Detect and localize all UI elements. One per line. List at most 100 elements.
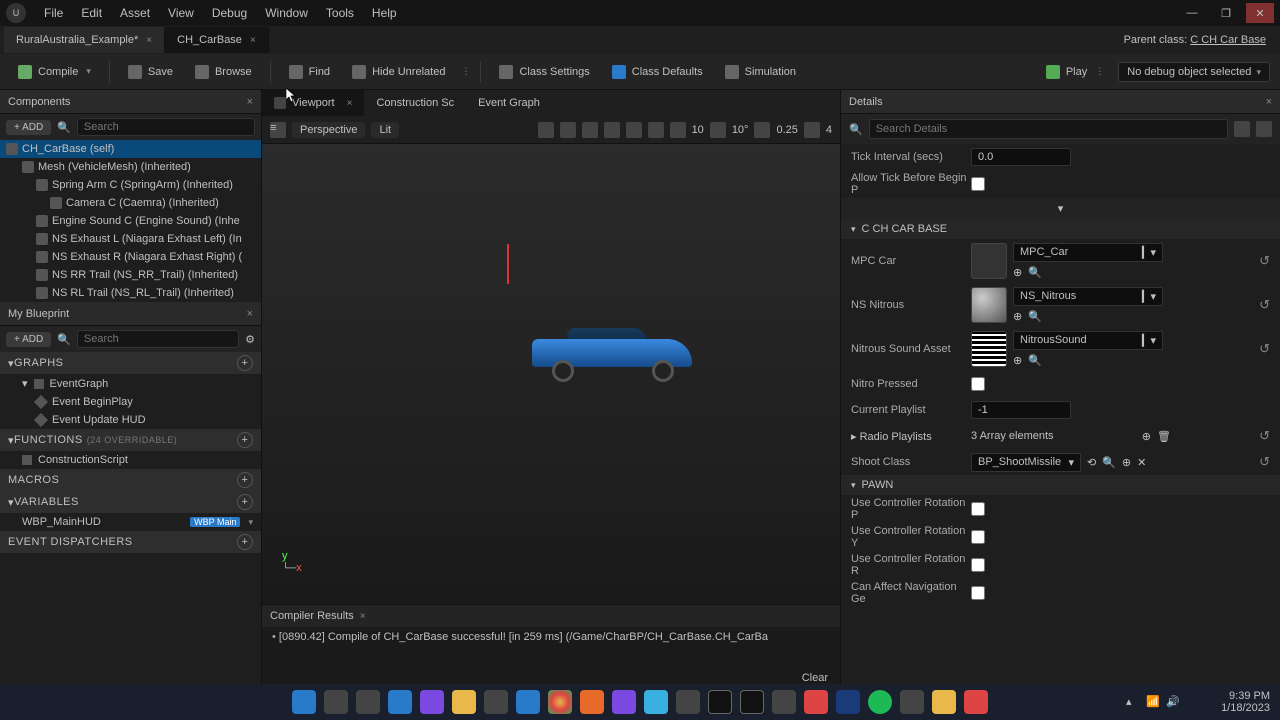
spotify-icon[interactable] bbox=[868, 690, 892, 714]
component-item[interactable]: Camera C (Caemra) (Inherited) bbox=[0, 194, 261, 212]
chevron-down-icon[interactable]: ⋮ bbox=[1095, 66, 1104, 77]
play-button[interactable]: Play⋮ bbox=[1038, 61, 1112, 83]
add-icon[interactable]: ⊕ bbox=[1122, 456, 1131, 469]
debug-object-select[interactable]: No debug object selected ▾ bbox=[1118, 62, 1270, 82]
category-carbase[interactable]: ▾C CH CAR BASE bbox=[841, 219, 1280, 239]
epic-icon[interactable] bbox=[772, 690, 796, 714]
tab-rural-australia[interactable]: RuralAustralia_Example* × bbox=[4, 27, 165, 53]
macros-section[interactable]: MACROS+ bbox=[0, 469, 261, 491]
add-icon[interactable]: + bbox=[237, 355, 253, 371]
menu-edit[interactable]: Edit bbox=[81, 6, 102, 20]
taskview-icon[interactable] bbox=[356, 690, 380, 714]
blueprint-search-input[interactable] bbox=[77, 330, 239, 348]
simulation-button[interactable]: Simulation bbox=[717, 61, 804, 83]
components-search-input[interactable] bbox=[77, 118, 255, 136]
add-icon[interactable]: + bbox=[237, 472, 253, 488]
store-icon[interactable] bbox=[484, 690, 508, 714]
angle-value[interactable]: 10° bbox=[732, 124, 749, 136]
add-blueprint-button[interactable]: + ADD bbox=[6, 332, 51, 347]
tab-eventgraph[interactable]: Event Graph bbox=[466, 90, 552, 116]
browse-icon[interactable]: 🔍 bbox=[1028, 266, 1042, 279]
component-item[interactable]: NS Exhaust L (Niagara Exhast Left) (In bbox=[0, 230, 261, 248]
component-item[interactable]: Mesh (VehicleMesh) (Inherited) bbox=[0, 158, 261, 176]
lit-button[interactable]: Lit bbox=[371, 122, 399, 138]
explorer-icon[interactable] bbox=[452, 690, 476, 714]
menu-window[interactable]: Window bbox=[265, 6, 308, 20]
scale-snap-icon[interactable] bbox=[754, 122, 770, 138]
wifi-icon[interactable]: 📶 bbox=[1146, 695, 1160, 709]
browse-icon[interactable]: 🔍 bbox=[1028, 310, 1042, 323]
menu-icon[interactable]: ≡ bbox=[270, 122, 286, 138]
system-tray[interactable]: ▴ 📶 🔊 bbox=[1126, 695, 1180, 709]
task-icon[interactable] bbox=[388, 690, 412, 714]
nitrous-sound-select[interactable]: NitrousSound▎▾ bbox=[1013, 331, 1163, 350]
reset-icon[interactable]: ↺ bbox=[1259, 253, 1270, 269]
task-icon[interactable] bbox=[644, 690, 668, 714]
component-item[interactable]: Engine Sound C (Engine Sound) (Inhe bbox=[0, 212, 261, 230]
component-item[interactable]: CH_CarBase (self) bbox=[0, 140, 261, 158]
asset-thumbnail[interactable] bbox=[971, 243, 1007, 279]
reset-icon[interactable]: ↺ bbox=[1259, 428, 1270, 444]
gear-icon[interactable] bbox=[1256, 121, 1272, 137]
add-icon[interactable]: + bbox=[237, 534, 253, 550]
current-playlist-input[interactable] bbox=[971, 401, 1071, 419]
add-element-icon[interactable]: ⊕ bbox=[1142, 430, 1151, 443]
browse-icon[interactable]: 🔍 bbox=[1028, 354, 1042, 367]
close-icon[interactable]: × bbox=[250, 35, 256, 46]
functions-section[interactable]: ▾ FUNCTIONS (24 OVERRIDABLE)+ bbox=[0, 429, 261, 451]
eventgraph-item[interactable]: ▾EventGraph bbox=[0, 374, 261, 393]
maximize-button[interactable]: ❐ bbox=[1212, 3, 1240, 23]
find-button[interactable]: Find bbox=[281, 61, 338, 83]
compile-button[interactable]: Compile▾ bbox=[10, 61, 99, 83]
use-icon[interactable]: ⊕ bbox=[1013, 266, 1022, 279]
nitro-pressed-checkbox[interactable] bbox=[971, 377, 985, 391]
hide-unrelated-button[interactable]: Hide Unrelated bbox=[344, 61, 453, 83]
search-icon[interactable] bbox=[324, 690, 348, 714]
task-icon[interactable] bbox=[420, 690, 444, 714]
rotate-icon[interactable] bbox=[582, 122, 598, 138]
minimize-button[interactable]: — bbox=[1178, 3, 1206, 23]
chrome-icon[interactable] bbox=[548, 690, 572, 714]
class-defaults-button[interactable]: Class Defaults bbox=[604, 61, 711, 83]
task-icon[interactable] bbox=[932, 690, 956, 714]
component-item[interactable]: NS RL Trail (NS_RL_Trail) (Inherited) bbox=[0, 284, 261, 302]
reset-icon[interactable]: ↺ bbox=[1259, 454, 1270, 470]
constructionscript-item[interactable]: ConstructionScript bbox=[0, 451, 261, 469]
select-icon[interactable] bbox=[538, 122, 554, 138]
angle-icon[interactable] bbox=[710, 122, 726, 138]
add-component-button[interactable]: + ADD bbox=[6, 120, 51, 135]
chevron-down-icon[interactable]: ▾ bbox=[86, 66, 91, 77]
tick-interval-input[interactable] bbox=[971, 148, 1071, 166]
mail-icon[interactable] bbox=[516, 690, 540, 714]
add-icon[interactable]: + bbox=[237, 494, 253, 510]
mpc-car-select[interactable]: MPC_Car▎▾ bbox=[1013, 243, 1163, 262]
asset-thumbnail[interactable] bbox=[971, 287, 1007, 323]
ue-icon[interactable] bbox=[740, 690, 764, 714]
close-icon[interactable]: × bbox=[247, 96, 253, 108]
close-icon[interactable]: × bbox=[1266, 96, 1272, 108]
ps-icon[interactable] bbox=[836, 690, 860, 714]
menu-help[interactable]: Help bbox=[372, 6, 397, 20]
scale-value[interactable]: 0.25 bbox=[776, 124, 797, 136]
variable-type-pill[interactable]: WBP Main bbox=[190, 517, 240, 527]
menu-asset[interactable]: Asset bbox=[120, 6, 150, 20]
camera-icon[interactable] bbox=[804, 122, 820, 138]
gear-icon[interactable]: ⚙ bbox=[245, 333, 255, 346]
use-icon[interactable]: ⊕ bbox=[1013, 354, 1022, 367]
menu-view[interactable]: View bbox=[168, 6, 194, 20]
nav-checkbox[interactable] bbox=[971, 586, 985, 600]
close-icon[interactable]: × bbox=[247, 308, 253, 320]
task-icon[interactable] bbox=[580, 690, 604, 714]
event-beginplay[interactable]: Event BeginPlay bbox=[0, 393, 261, 411]
scale-icon[interactable] bbox=[604, 122, 620, 138]
browse-icon[interactable]: 🔍 bbox=[1102, 456, 1116, 469]
clear-icon[interactable]: ✕ bbox=[1137, 456, 1146, 469]
grid-value[interactable]: 10 bbox=[692, 124, 704, 136]
camera-value[interactable]: 4 bbox=[826, 124, 832, 136]
windows-taskbar[interactable]: ▴ 📶 🔊 9:39 PM1/18/2023 bbox=[0, 684, 1280, 720]
event-updatehud[interactable]: Event Update HUD bbox=[0, 411, 261, 429]
component-item[interactable]: NS Exhaust R (Niagara Exhast Right) ( bbox=[0, 248, 261, 266]
graphs-section[interactable]: ▾ GRAPHS+ bbox=[0, 352, 261, 374]
browse-button[interactable]: Browse bbox=[187, 61, 260, 83]
grid-icon[interactable] bbox=[670, 122, 686, 138]
